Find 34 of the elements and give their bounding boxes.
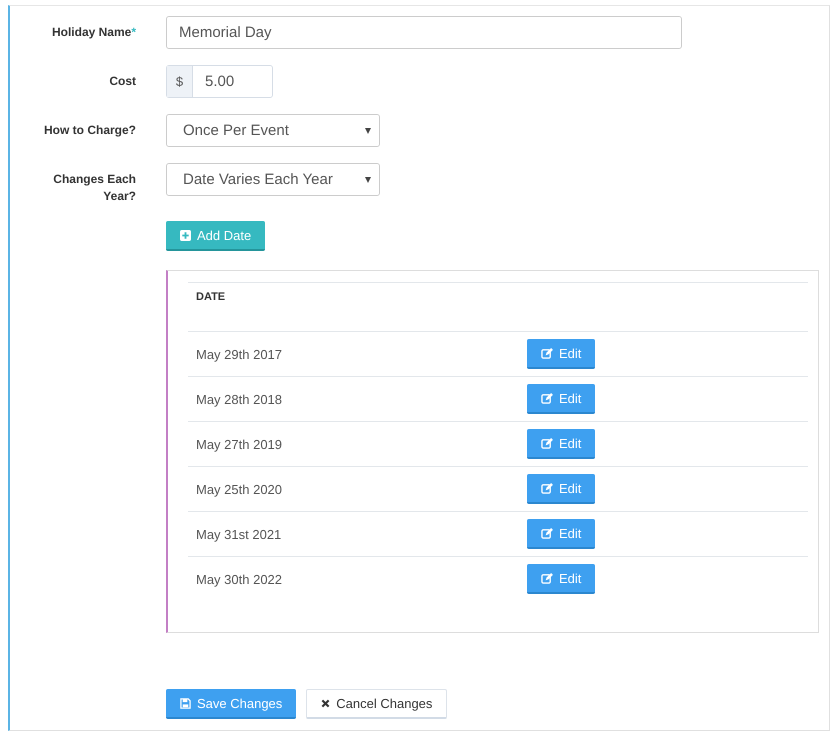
edit-icon [541,348,553,358]
edit-button[interactable]: Edit [527,474,596,504]
field-label: How to Charge? [43,122,136,139]
cost-input[interactable]: $ 5.00 [166,65,273,98]
edit-button[interactable]: Edit [527,519,596,549]
edit-button[interactable]: Edit [527,384,596,414]
caret-icon [365,176,371,182]
edit-icon [541,482,553,494]
date-cell: May 29th 2017 [188,332,519,376]
column-header: DATE [188,282,519,332]
save-button[interactable]: Save Changes [166,689,296,719]
date-cell: May 31st 2021 [188,512,519,556]
edit-button[interactable]: Edit [527,429,596,459]
edit-button[interactable]: Edit [527,564,596,594]
field-label: Cost [108,73,136,90]
field-label: Changes Each Year? [52,171,136,205]
plus-square-icon [180,230,191,240]
date-cell: May 28th 2018 [188,376,519,422]
holiday-name-input[interactable]: Memorial Day [166,16,682,49]
caret-icon [365,128,371,134]
date-cell: May 27th 2019 [188,422,519,466]
edit-button[interactable]: Edit [527,339,596,369]
date-cell: May 30th 2022 [188,556,519,601]
close-icon [321,699,330,708]
add-date-button[interactable]: Add Date [166,221,266,251]
field-label: Holiday Name* [50,24,136,41]
dropdown-select[interactable]: Date Varies Each Year [166,163,380,196]
edit-icon [541,528,553,538]
edit-icon [541,572,553,584]
dropdown-select[interactable]: Once Per Event [166,114,380,147]
edit-icon [541,438,553,448]
edit-icon [541,392,553,404]
date-cell: May 25th 2020 [188,466,519,512]
cancel-button[interactable]: Cancel Changes [306,689,448,719]
